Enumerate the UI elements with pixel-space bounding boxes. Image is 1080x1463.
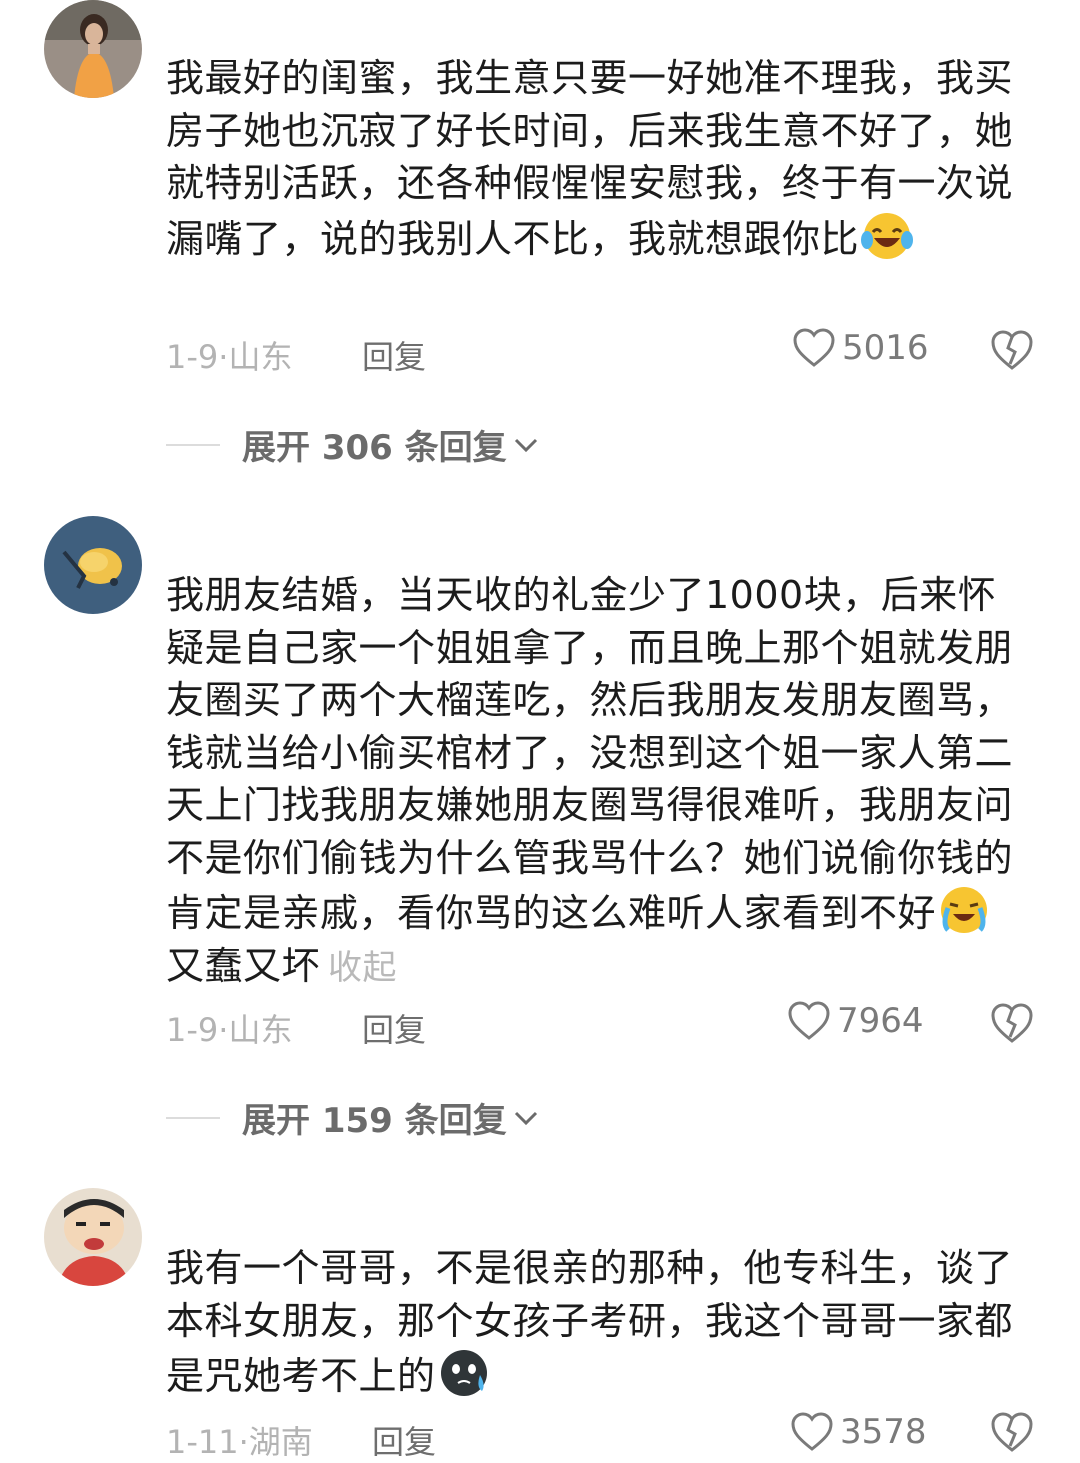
heart-icon [791, 1412, 833, 1451]
comment-body: 我有一个哥哥，不是很亲的那种，他专科生，谈了本科女朋友，那个女孩子考研，我这个哥… [166, 1246, 1014, 1398]
like-button[interactable]: 3578 [790, 1412, 927, 1452]
comment-body-tail: 又蠢又坏 [166, 943, 321, 988]
avatar[interactable] [44, 1188, 142, 1286]
chevron-down-icon [514, 1111, 537, 1125]
comment-text: 我最好的闺蜜，我生意只要一好她准不理我，我买房子她也沉寂了好长时间，后来我生意不… [166, 52, 1016, 265]
avatar[interactable] [44, 516, 142, 614]
like-button[interactable]: 5016 [792, 328, 929, 368]
reply-button[interactable]: 回复 [362, 1005, 426, 1051]
comment-meta: 1-9·山东 回复 [166, 332, 426, 378]
divider-line [166, 1116, 220, 1119]
comment-text: 我有一个哥哥，不是很亲的那种，他专科生，谈了本科女朋友，那个女孩子考研，我这个哥… [166, 1242, 1016, 1403]
crying-laughing-emoji-icon [938, 884, 990, 936]
like-button[interactable]: 7964 [787, 1001, 924, 1041]
reply-button[interactable]: 回复 [362, 332, 426, 378]
avatar[interactable] [44, 0, 142, 98]
expand-replies-button[interactable]: 展开 306 条回复 [166, 420, 539, 469]
comment-location: 山东 [228, 1011, 293, 1049]
comment-location: 湖南 [248, 1423, 313, 1461]
comment-meta: 1-9·山东 回复 [166, 1005, 426, 1051]
comment-body: 我朋友结婚，当天收的礼金少了1000块，后来怀疑是自己家一个姐姐拿了，而且晚上那… [166, 573, 1014, 935]
like-count: 7964 [837, 1001, 924, 1041]
dislike-icon[interactable] [990, 1410, 1034, 1454]
divider-line [166, 443, 220, 446]
comment-text: 我朋友结婚，当天收的礼金少了1000块，后来怀疑是自己家一个姐姐拿了，而且晚上那… [166, 569, 1016, 994]
laughing-crying-emoji-icon [861, 210, 914, 262]
comment-date: 1-11· [166, 1423, 249, 1461]
collapse-button[interactable]: 收起 [328, 948, 397, 988]
dislike-icon[interactable] [990, 1001, 1034, 1045]
comment-location: 山东 [228, 338, 293, 376]
comment-meta: 1-11·湖南 回复 [166, 1417, 436, 1463]
dislike-icon[interactable] [990, 328, 1034, 372]
like-count: 3578 [840, 1412, 927, 1452]
reply-button[interactable]: 回复 [372, 1417, 436, 1463]
dark-sweat-emoji-icon [438, 1347, 490, 1399]
comment-date: 1-9· [166, 338, 229, 376]
heart-icon [793, 328, 835, 367]
chevron-down-icon [514, 438, 537, 452]
expand-replies-label: 展开 306 条回复 [242, 428, 507, 468]
heart-icon [788, 1001, 830, 1040]
expand-replies-button[interactable]: 展开 159 条回复 [166, 1093, 539, 1142]
comment-date: 1-9· [166, 1011, 229, 1049]
expand-replies-label: 展开 159 条回复 [242, 1101, 507, 1141]
like-count: 5016 [842, 328, 929, 368]
